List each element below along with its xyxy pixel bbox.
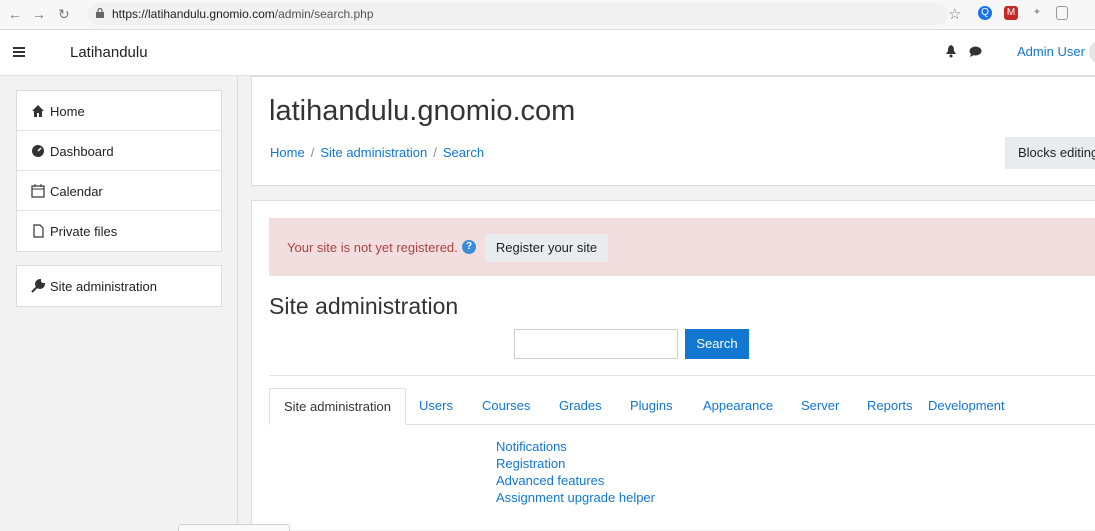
extension-doc-icon[interactable]	[1056, 6, 1068, 20]
section-heading: Site administration	[269, 293, 459, 319]
sidebar-item-label: Site administration	[50, 279, 157, 294]
page-title: latihandulu.gnomio.com	[269, 95, 576, 127]
avatar[interactable]	[1089, 40, 1095, 64]
menu-toggle-icon[interactable]	[10, 42, 32, 62]
top-navbar: Latihandulu Admin User	[0, 30, 1095, 76]
tab-development[interactable]: Development	[928, 388, 1005, 424]
file-icon	[33, 224, 44, 238]
admin-search-input[interactable]	[514, 329, 678, 359]
tab-plugins[interactable]: Plugins	[630, 388, 673, 424]
tab-grades[interactable]: Grades	[559, 388, 602, 424]
sidebar-item-label: Home	[50, 104, 85, 119]
link-assignment-upgrade-helper[interactable]: Assignment upgrade helper	[496, 489, 655, 506]
breadcrumb-home[interactable]: Home	[270, 145, 305, 160]
search-button[interactable]: Search	[685, 329, 749, 359]
wrench-icon	[31, 279, 45, 293]
help-icon[interactable]: ?	[462, 240, 476, 254]
register-site-button[interactable]: Register your site	[485, 234, 608, 262]
page-header: latihandulu.gnomio.com Home / Site adminis…	[251, 76, 1095, 186]
extension-m-icon[interactable]: M	[1004, 6, 1018, 20]
sidebar-item-dashboard[interactable]: Dashboard	[17, 131, 221, 171]
main-content: latihandulu.gnomio.com Home / Site adminis…	[238, 76, 1095, 530]
breadcrumb-site-administration[interactable]: Site administration	[320, 145, 427, 160]
user-menu[interactable]: Admin User	[1017, 44, 1085, 59]
sidebar-item-label: Dashboard	[50, 144, 114, 159]
link-advanced-features[interactable]: Advanced features	[496, 472, 655, 489]
sidebar-item-label: Calendar	[50, 184, 103, 199]
site-name[interactable]: Latihandulu	[70, 44, 148, 61]
sidebar-item-private-files[interactable]: Private files	[17, 211, 221, 251]
extension-pin-icon[interactable]: ✦	[1030, 6, 1044, 20]
sidebar-item-label: Private files	[50, 224, 118, 239]
registration-alert: Your site is not yet registered. ? Regis…	[269, 218, 1095, 276]
admin-card: Your site is not yet registered. ? Regis…	[251, 200, 1095, 530]
url-text: https://latihandulu.gnomio.com/admin/sea…	[112, 7, 374, 21]
breadcrumb: Home / Site administration / Search	[270, 145, 485, 160]
blocks-editing-button[interactable]: Blocks editing on	[1005, 137, 1095, 169]
star-icon[interactable]: ☆	[948, 5, 961, 23]
admin-tabs: Site administration Users Courses Grades…	[269, 388, 1095, 425]
home-icon	[32, 105, 44, 117]
address-bar[interactable]: https://latihandulu.gnomio.com/admin/sea…	[88, 3, 948, 25]
calendar-icon	[31, 184, 45, 198]
alert-text: Your site is not yet registered.	[287, 240, 458, 255]
reload-icon[interactable]: ↻	[58, 6, 70, 23]
link-registration[interactable]: Registration	[496, 455, 655, 472]
forward-icon[interactable]: →	[32, 6, 46, 22]
tab-appearance[interactable]: Appearance	[703, 388, 773, 424]
tab-server[interactable]: Server	[801, 388, 839, 424]
nav-group-admin: Site administration	[16, 265, 222, 307]
browser-toolbar: ← → ↻ https://latihandulu.gnomio.com/adm…	[0, 0, 1095, 30]
extension-q-icon[interactable]: Q	[978, 6, 992, 20]
breadcrumb-search[interactable]: Search	[443, 145, 484, 160]
sidebar: Home Dashboard Calendar Private files Si…	[0, 76, 238, 530]
sidebar-item-site-administration[interactable]: Site administration	[17, 266, 221, 306]
admin-links: Notifications Registration Advanced feat…	[496, 438, 655, 506]
nav-group: Home Dashboard Calendar Private files	[16, 90, 222, 252]
link-notifications[interactable]: Notifications	[496, 438, 655, 455]
tab-users[interactable]: Users	[419, 388, 453, 424]
dashboard-icon	[32, 145, 44, 157]
lock-icon	[96, 8, 104, 18]
messages-icon[interactable]	[969, 46, 982, 57]
bell-icon[interactable]	[945, 45, 957, 58]
back-icon[interactable]: ←	[8, 6, 22, 22]
tab-site-administration[interactable]: Site administration	[269, 388, 406, 425]
sidebar-item-home[interactable]: Home	[17, 91, 221, 131]
divider	[269, 375, 1095, 376]
tab-courses[interactable]: Courses	[482, 388, 530, 424]
tab-reports[interactable]: Reports	[867, 388, 913, 424]
sidebar-item-calendar[interactable]: Calendar	[17, 171, 221, 211]
